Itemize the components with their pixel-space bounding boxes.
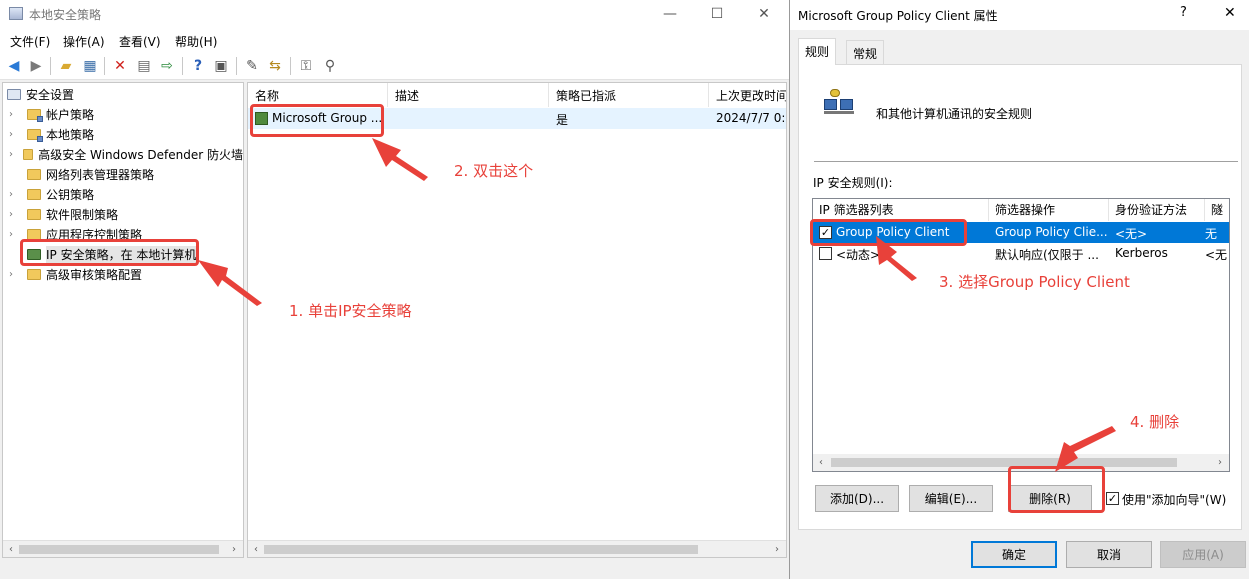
tab-rules[interactable]: 规则: [798, 38, 837, 65]
annotation-step2: 2. 双击这个: [454, 162, 534, 180]
arrow-step3: [876, 236, 917, 281]
annotation-step4: 4. 删除: [1130, 413, 1180, 431]
annotation-step3: 3. 选择Group Policy Client: [939, 273, 1130, 291]
annotation-step1: 1. 单击IP安全策略: [289, 302, 412, 320]
arrow-step4: [1055, 426, 1116, 472]
arrow-step1: [198, 260, 262, 306]
arrow-step2: [372, 138, 428, 181]
